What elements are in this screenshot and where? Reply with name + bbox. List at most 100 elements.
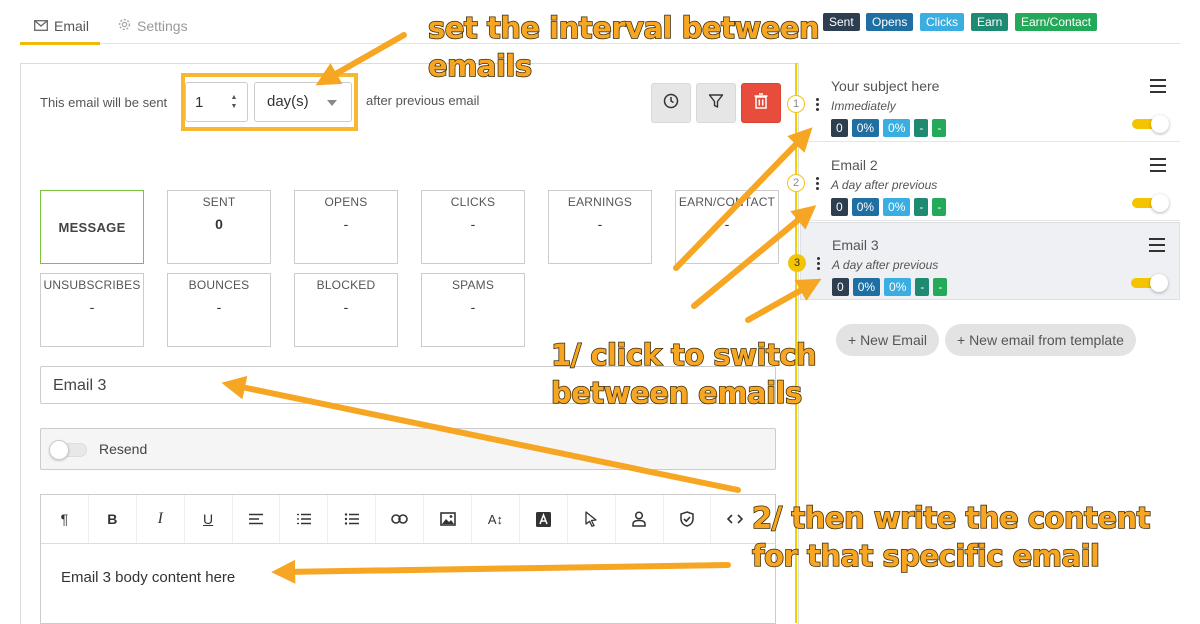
paragraph-button[interactable]: ¶ bbox=[41, 495, 89, 543]
link-icon bbox=[391, 514, 408, 524]
legend-opens: Opens bbox=[866, 13, 914, 31]
stat-value: - bbox=[89, 299, 95, 315]
pilcrow-icon: ¶ bbox=[60, 511, 69, 527]
new-email-from-template-button[interactable]: + New email from template bbox=[945, 324, 1136, 356]
email-enabled-toggle[interactable] bbox=[1132, 194, 1169, 212]
earn-contact-badge: - bbox=[932, 119, 947, 137]
stat-value: - bbox=[216, 299, 222, 315]
email-title: Email 3 bbox=[832, 237, 879, 253]
drag-handle-icon[interactable] bbox=[816, 177, 820, 192]
bullet-list-icon bbox=[344, 513, 359, 525]
text-color-icon bbox=[535, 511, 551, 527]
stat-value: 0 bbox=[215, 216, 223, 232]
tab-settings-label: Settings bbox=[137, 18, 188, 34]
email-item-1[interactable]: 1 Your subject here Immediately 0 0% 0% … bbox=[787, 64, 1180, 142]
new-email-button[interactable]: + New Email bbox=[836, 324, 939, 356]
email-item-3[interactable]: 3 Email 3 A day after previous 0 0% 0% -… bbox=[788, 222, 1180, 300]
stat-label: CLICKS bbox=[450, 195, 496, 209]
stat-value: - bbox=[597, 216, 603, 232]
ordered-list-icon bbox=[296, 513, 311, 525]
text-color-button[interactable] bbox=[520, 495, 568, 543]
user-icon bbox=[632, 511, 646, 527]
underline-icon: U bbox=[203, 511, 214, 527]
earn-badge: - bbox=[915, 278, 930, 296]
menu-icon[interactable] bbox=[1149, 238, 1165, 256]
align-button[interactable] bbox=[233, 495, 281, 543]
email-stats: 0 0% 0% - - bbox=[831, 198, 947, 216]
editor-toolbar: ¶ B I U A↕ bbox=[41, 495, 775, 544]
email-timing: A day after previous bbox=[832, 258, 939, 272]
message-tab[interactable]: MESSAGE bbox=[40, 190, 144, 264]
drag-handle-icon[interactable] bbox=[816, 98, 820, 113]
email-timing: Immediately bbox=[831, 99, 896, 113]
font-size-button[interactable]: A↕ bbox=[472, 495, 520, 543]
drag-handle-icon[interactable] bbox=[817, 257, 821, 272]
email-enabled-toggle[interactable] bbox=[1131, 274, 1168, 292]
legend-sent: Sent bbox=[823, 13, 860, 31]
email-item-2[interactable]: 2 Email 2 A day after previous 0 0% 0% -… bbox=[787, 143, 1180, 221]
earn-contact-badge: - bbox=[933, 278, 948, 296]
interval-highlight bbox=[181, 73, 358, 131]
menu-icon[interactable] bbox=[1150, 158, 1166, 176]
stat-value: - bbox=[724, 216, 730, 232]
resend-toggle[interactable] bbox=[49, 440, 87, 460]
earn-badge: - bbox=[914, 119, 929, 137]
cursor-button[interactable] bbox=[568, 495, 616, 543]
annotation-content: 2/ then write the content for that speci… bbox=[751, 500, 1151, 574]
stat-earn-contact: EARN/CONTACT - bbox=[675, 190, 779, 264]
stat-spams: SPAMS - bbox=[421, 273, 525, 347]
tab-settings[interactable]: Settings bbox=[118, 18, 188, 34]
stat-label: SPAMS bbox=[451, 278, 495, 292]
rich-text-editor: ¶ B I U A↕ Email 3 body content here bbox=[40, 494, 776, 624]
earn-contact-badge: - bbox=[932, 198, 947, 216]
stat-clicks: CLICKS - bbox=[421, 190, 525, 264]
sent-badge: 0 bbox=[831, 119, 848, 137]
opens-badge: 0% bbox=[851, 119, 880, 137]
stat-value: - bbox=[343, 299, 349, 315]
step-number: 2 bbox=[787, 174, 805, 192]
clicks-badge: 0% bbox=[883, 119, 911, 137]
step-number: 1 bbox=[787, 95, 805, 113]
step-number: 3 bbox=[788, 254, 806, 272]
personalize-button[interactable] bbox=[616, 495, 664, 543]
stat-sent: SENT 0 bbox=[167, 190, 271, 264]
delete-button[interactable] bbox=[741, 83, 781, 123]
editor-body[interactable]: Email 3 body content here bbox=[61, 569, 235, 586]
filter-button[interactable] bbox=[696, 83, 736, 123]
ordered-list-button[interactable] bbox=[280, 495, 329, 543]
font-size-icon: A↕ bbox=[487, 511, 504, 527]
clock-icon bbox=[663, 93, 679, 114]
email-enabled-toggle[interactable] bbox=[1132, 115, 1169, 133]
sent-badge: 0 bbox=[831, 198, 848, 216]
code-icon bbox=[727, 514, 744, 524]
stat-value: - bbox=[470, 216, 476, 232]
menu-icon[interactable] bbox=[1150, 79, 1166, 97]
tab-email[interactable]: Email bbox=[34, 18, 89, 34]
email-stats: 0 0% 0% - - bbox=[831, 119, 947, 137]
underline-button[interactable]: U bbox=[185, 495, 233, 543]
interval-prefix: This email will be sent bbox=[40, 95, 168, 110]
stat-bounces: BOUNCES - bbox=[167, 273, 271, 347]
link-button[interactable] bbox=[376, 495, 425, 543]
stat-value: - bbox=[470, 299, 476, 315]
bullet-list-button[interactable] bbox=[328, 495, 377, 543]
stat-label: EARN/CONTACT bbox=[678, 195, 776, 209]
stat-label: BLOCKED bbox=[316, 278, 376, 292]
cursor-icon bbox=[585, 511, 597, 527]
resend-label: Resend bbox=[99, 441, 148, 457]
stat-label: OPENS bbox=[324, 195, 368, 209]
bold-button[interactable]: B bbox=[89, 495, 137, 543]
image-icon bbox=[439, 512, 456, 526]
annotation-interval: set the interval between emails bbox=[427, 10, 820, 84]
clicks-badge: 0% bbox=[884, 278, 912, 296]
stat-value: - bbox=[343, 216, 349, 232]
spam-check-button[interactable] bbox=[664, 495, 712, 543]
image-button[interactable] bbox=[424, 495, 473, 543]
italic-icon: I bbox=[157, 510, 163, 527]
schedule-button[interactable] bbox=[651, 83, 691, 123]
bold-icon: B bbox=[107, 511, 118, 527]
email-title: Your subject here bbox=[831, 78, 940, 94]
italic-button[interactable]: I bbox=[137, 495, 185, 543]
stat-label: BOUNCES bbox=[188, 278, 250, 292]
tab-email-label: Email bbox=[54, 18, 90, 34]
